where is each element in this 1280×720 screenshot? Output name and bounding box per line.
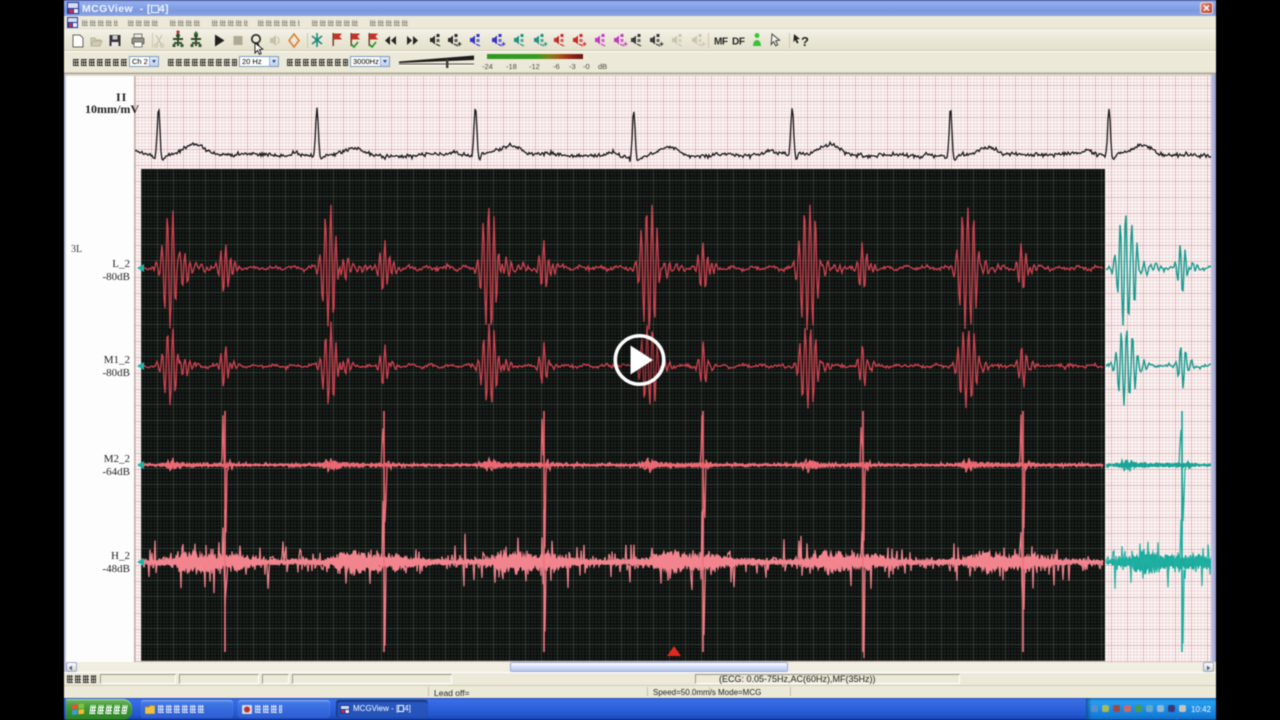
svg-text:DF: DF (732, 37, 745, 48)
svg-text:MF: MF (714, 37, 728, 48)
svg-text:?: ? (801, 34, 809, 49)
